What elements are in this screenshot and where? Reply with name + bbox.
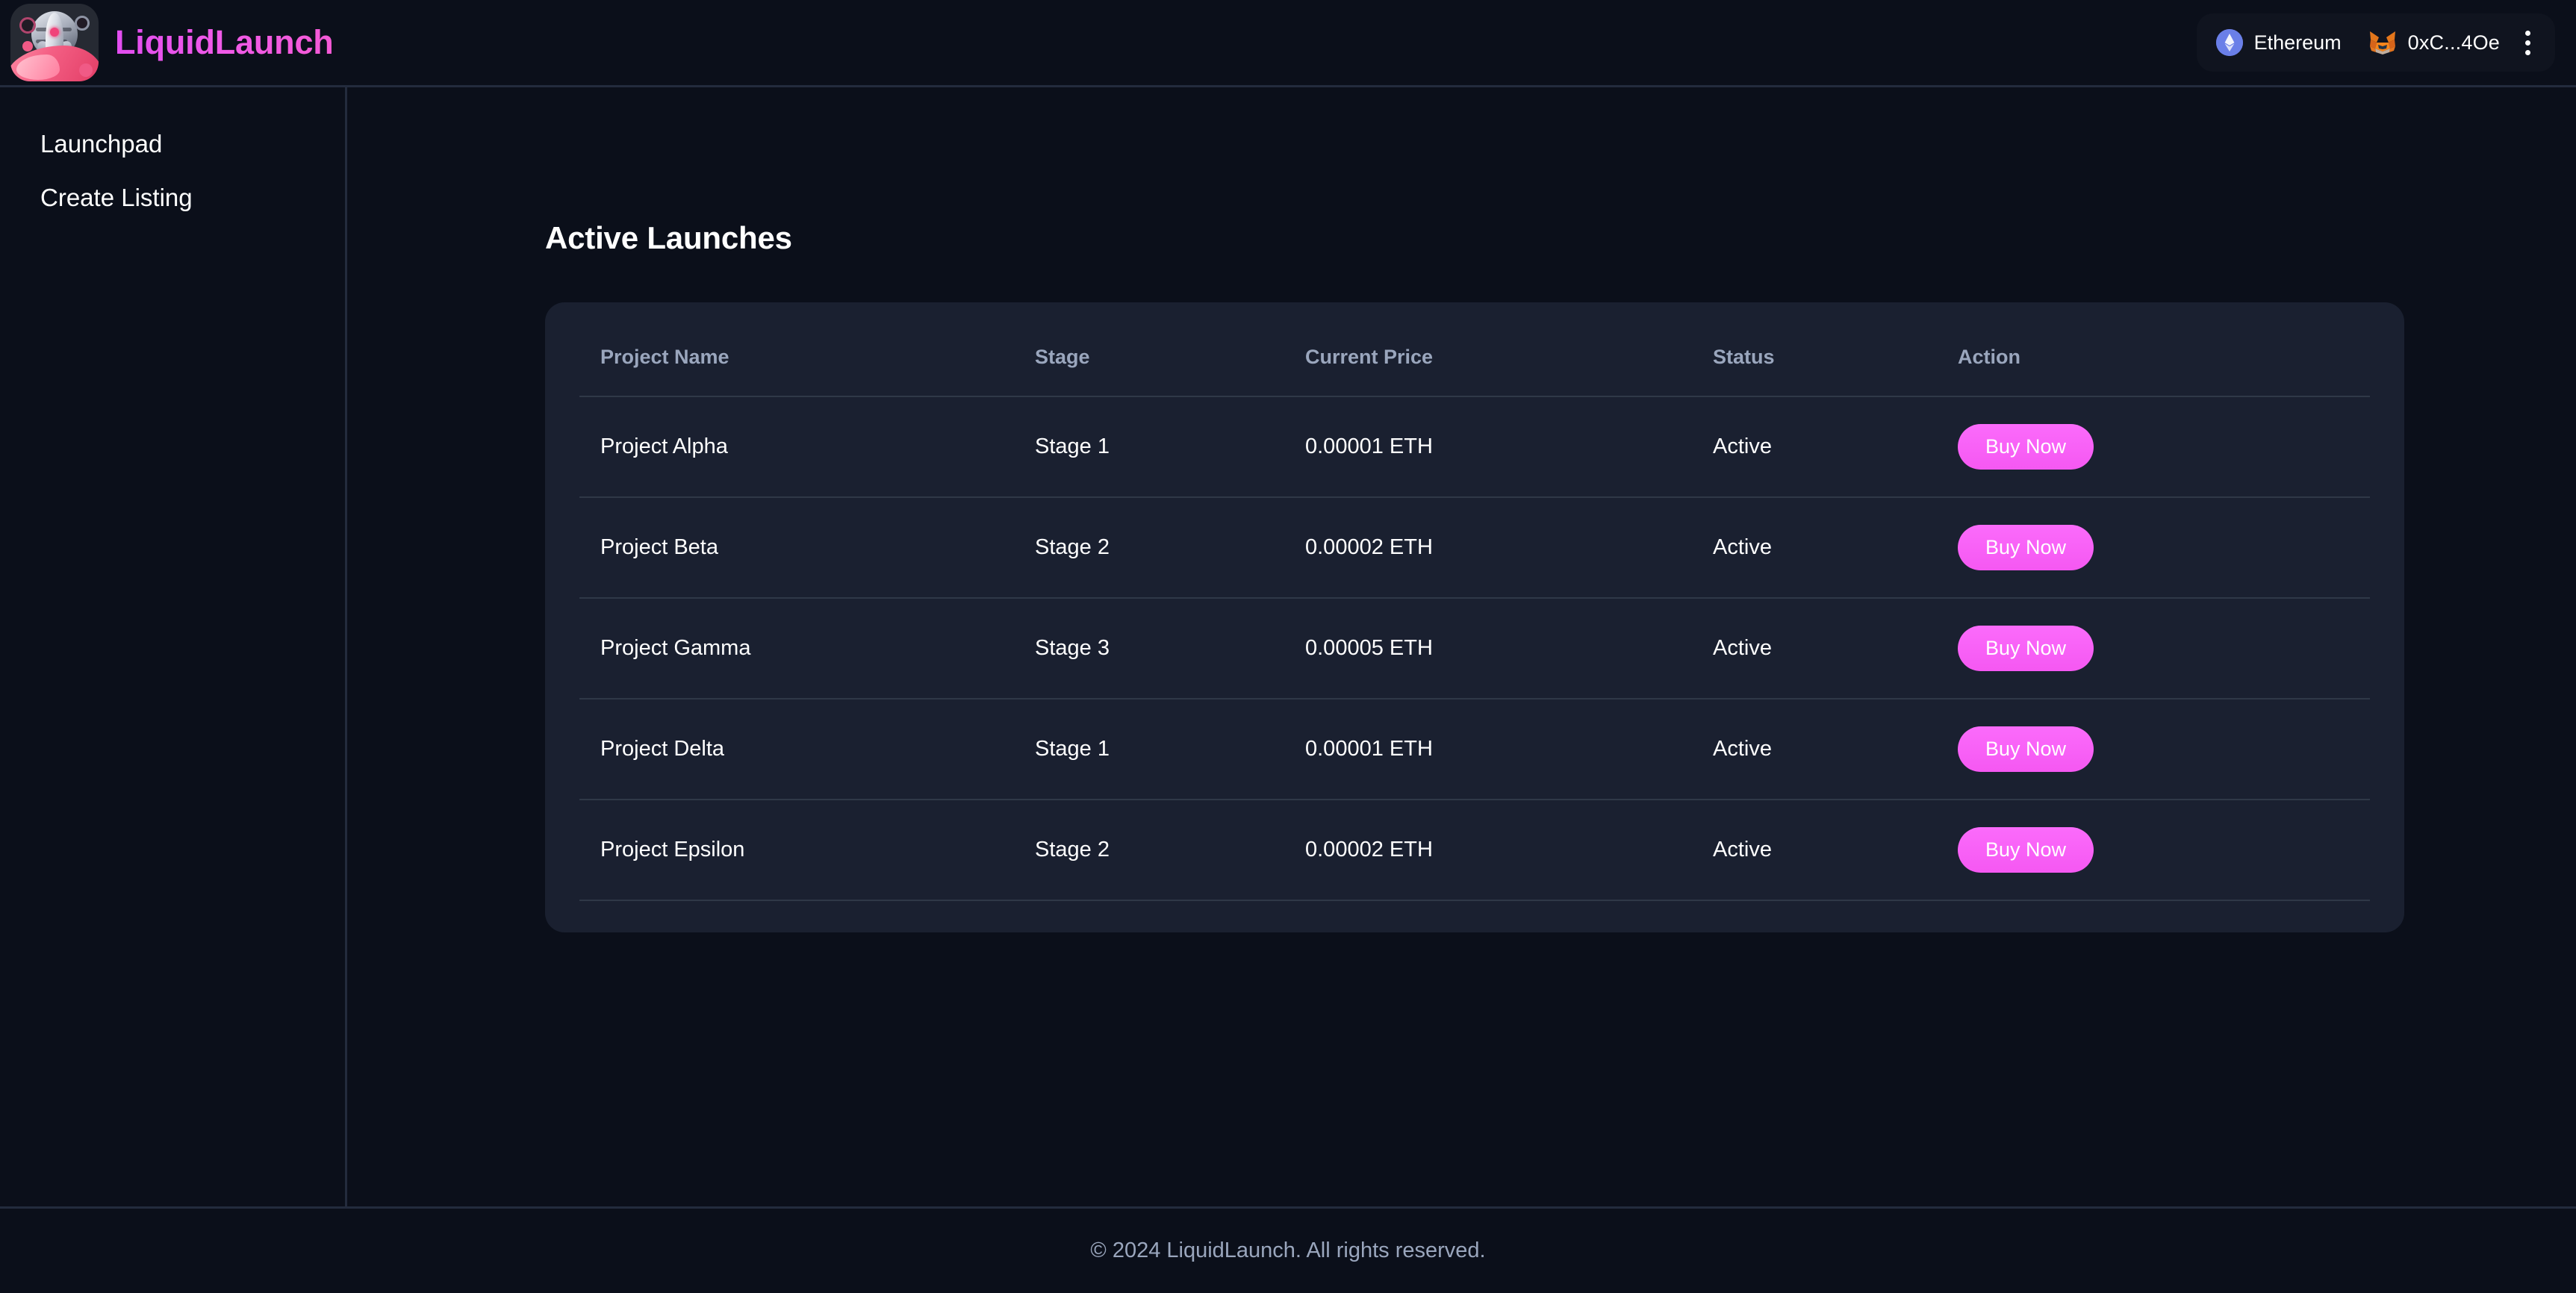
- chain-selector[interactable]: Ethereum: [2215, 29, 2368, 56]
- cell-project-name: Project Gamma: [579, 598, 1035, 700]
- buy-now-button[interactable]: Buy Now: [1958, 827, 2094, 873]
- app-header: LiquidLaunch Ethereum 0xC...4Oe: [0, 0, 2576, 87]
- table-row: Project Alpha Stage 1 0.00001 ETH Active…: [579, 396, 2370, 498]
- buy-now-button[interactable]: Buy Now: [1958, 424, 2094, 470]
- table-head: Project Name Stage Current Price Status …: [579, 337, 2370, 397]
- table-header-row: Project Name Stage Current Price Status …: [579, 337, 2370, 397]
- cell-action: Buy Now: [1958, 800, 2370, 901]
- rocket-liquid-logo-icon: [10, 4, 99, 81]
- page-title: Active Launches: [545, 220, 792, 255]
- cell-price: 0.00002 ETH: [1305, 800, 1713, 901]
- column-header-project-name[interactable]: Project Name: [579, 337, 1035, 397]
- metamask-fox-icon: [2368, 30, 2397, 55]
- account-address: 0xC...4Oe: [2407, 31, 2500, 54]
- brand[interactable]: LiquidLaunch: [10, 4, 334, 81]
- sidebar-item-launchpad[interactable]: Launchpad: [0, 117, 345, 171]
- cell-stage: Stage 1: [1035, 699, 1305, 800]
- cell-status: Active: [1713, 598, 1958, 700]
- column-header-current-price[interactable]: Current Price: [1305, 337, 1713, 397]
- sidebar: Launchpad Create Listing: [0, 87, 347, 1206]
- cell-stage: Stage 2: [1035, 497, 1305, 599]
- cell-price: 0.00001 ETH: [1305, 699, 1713, 800]
- cell-action: Buy Now: [1958, 497, 2370, 599]
- chain-label: Ethereum: [2253, 31, 2342, 54]
- wallet-chip[interactable]: Ethereum 0xC...4Oe: [2196, 13, 2555, 72]
- cell-price: 0.00002 ETH: [1305, 497, 1713, 599]
- kebab-menu-icon[interactable]: [2516, 25, 2539, 60]
- cell-stage: Stage 2: [1035, 800, 1305, 901]
- cell-status: Active: [1713, 497, 1958, 599]
- cell-project-name: Project Alpha: [579, 396, 1035, 498]
- launches-card: Project Name Stage Current Price Status …: [545, 302, 2404, 932]
- sidebar-item-create-listing[interactable]: Create Listing: [0, 171, 345, 225]
- buy-now-button[interactable]: Buy Now: [1958, 726, 2094, 772]
- launches-table: Project Name Stage Current Price Status …: [579, 337, 2370, 901]
- app-footer: © 2024 LiquidLaunch. All rights reserved…: [0, 1206, 2576, 1293]
- buy-now-button[interactable]: Buy Now: [1958, 626, 2094, 671]
- cell-project-name: Project Beta: [579, 497, 1035, 599]
- cell-stage: Stage 1: [1035, 396, 1305, 498]
- cell-price: 0.00001 ETH: [1305, 396, 1713, 498]
- table-row: Project Gamma Stage 3 0.00005 ETH Active…: [579, 598, 2370, 700]
- cell-action: Buy Now: [1958, 598, 2370, 700]
- column-header-stage[interactable]: Stage: [1035, 337, 1305, 397]
- table-body: Project Alpha Stage 1 0.00001 ETH Active…: [579, 396, 2370, 901]
- copyright-text: © 2024 LiquidLaunch. All rights reserved…: [1090, 1239, 1486, 1262]
- account-button[interactable]: 0xC...4Oe: [2368, 30, 2516, 55]
- table-row: Project Delta Stage 1 0.00001 ETH Active…: [579, 699, 2370, 800]
- table-row: Project Epsilon Stage 2 0.00002 ETH Acti…: [579, 800, 2370, 901]
- cell-status: Active: [1713, 396, 1958, 498]
- brand-name: LiquidLaunch: [115, 23, 334, 61]
- cell-status: Active: [1713, 699, 1958, 800]
- cell-project-name: Project Delta: [579, 699, 1035, 800]
- cell-action: Buy Now: [1958, 396, 2370, 498]
- cell-status: Active: [1713, 800, 1958, 901]
- column-header-status[interactable]: Status: [1713, 337, 1958, 397]
- column-header-action[interactable]: Action: [1958, 337, 2370, 397]
- ethereum-icon: [2215, 29, 2243, 56]
- cell-price: 0.00005 ETH: [1305, 598, 1713, 700]
- table-row: Project Beta Stage 2 0.00002 ETH Active …: [579, 497, 2370, 599]
- main-content: Active Launches Project Name Stage Curre…: [347, 87, 2576, 1206]
- cell-project-name: Project Epsilon: [579, 800, 1035, 901]
- cell-stage: Stage 3: [1035, 598, 1305, 700]
- body-area: Launchpad Create Listing Active Launches…: [0, 87, 2576, 1206]
- cell-action: Buy Now: [1958, 699, 2370, 800]
- app-root: LiquidLaunch Ethereum 0xC...4Oe Launchpa…: [0, 0, 2576, 1293]
- buy-now-button[interactable]: Buy Now: [1958, 525, 2094, 570]
